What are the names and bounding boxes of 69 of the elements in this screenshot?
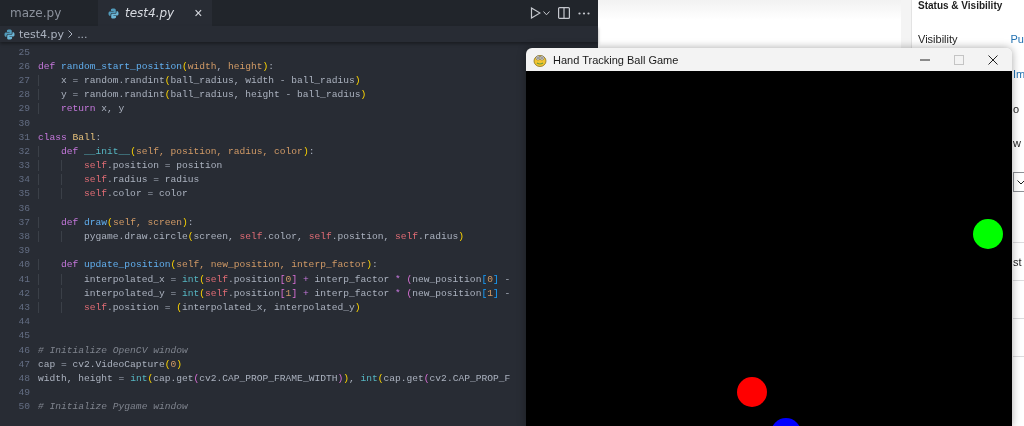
- maximize-icon: [954, 54, 964, 65]
- window-title: Hand Tracking Ball Game: [553, 53, 679, 66]
- editor-tab[interactable]: test4.py ×: [98, 0, 213, 26]
- line-number: 50: [17, 401, 30, 413]
- code-line: def update_position(self, new_position, interp_factor):: [30, 259, 378, 271]
- line-number: 40: [17, 259, 30, 271]
- line-number: 47: [17, 358, 30, 370]
- visibility-link[interactable]: Pu: [1010, 33, 1024, 45]
- line-number: 38: [17, 231, 30, 243]
- split-editor-icon[interactable]: [558, 7, 570, 19]
- python-file-icon: [4, 28, 15, 40]
- code-line: x = random.randint(ball_radius, width - ball_radius): [30, 74, 361, 86]
- close-icon: [988, 54, 998, 65]
- run-icon[interactable]: [530, 7, 541, 19]
- section-heading: Status & Visibility: [917, 0, 1004, 11]
- line-number: 46: [17, 344, 30, 356]
- snake-logo-icon: [533, 52, 547, 67]
- more-icon[interactable]: [578, 11, 590, 15]
- code-line: # Initialize OpenCV window: [37, 344, 188, 356]
- close-tab-button[interactable]: ×: [180, 5, 203, 21]
- code-line: self.color = color: [30, 188, 188, 200]
- settings-link[interactable]: Im: [1013, 68, 1024, 80]
- line-number: 43: [17, 301, 30, 313]
- line-number: 49: [17, 387, 30, 399]
- line-number: 48: [17, 372, 30, 384]
- dropdown-field[interactable]: [1013, 172, 1024, 192]
- line-number: 27: [17, 74, 30, 86]
- line-number: 31: [17, 131, 30, 143]
- line-number: 35: [17, 188, 30, 200]
- line-number: 26: [17, 60, 30, 72]
- line-number: 36: [17, 202, 30, 214]
- option-text: o: [1013, 103, 1020, 115]
- line-number: 33: [17, 160, 30, 172]
- python-file-icon: [108, 7, 119, 19]
- line-number: 25: [17, 46, 30, 58]
- chevron-down-icon[interactable]: [543, 10, 550, 16]
- line-number: 29: [17, 103, 30, 115]
- code-line: interpolated_x = int(self.position[0] + interp_factor * (new_position[0] -: [30, 273, 511, 285]
- line-number: 39: [17, 245, 30, 257]
- line-number: 42: [17, 287, 30, 299]
- line-number: 30: [17, 117, 30, 129]
- code-line: self.position = (interpolated_x, interpolated_y): [30, 301, 361, 313]
- code-line: self.position = position: [30, 160, 223, 172]
- code-line: # Initialize Pygame window: [37, 401, 188, 413]
- code-line: class Ball:: [37, 131, 102, 143]
- code-line: cap = cv2.VideoCapture(0): [37, 358, 182, 370]
- option-text: w: [1013, 137, 1021, 149]
- breadcrumb-file[interactable]: test4.py: [19, 27, 65, 41]
- line-number: 41: [17, 273, 30, 285]
- code-line: def __init__(self, position, radius, color):: [30, 145, 315, 157]
- line-number: 34: [17, 174, 30, 186]
- line-number: 32: [17, 145, 30, 157]
- option-text: st: [1013, 255, 1022, 268]
- line-number: 28: [17, 89, 30, 101]
- line-number: 44: [17, 316, 30, 328]
- breadcrumb-more[interactable]: ...: [77, 27, 88, 41]
- chevron-right-icon: [68, 30, 74, 38]
- code-line: y = random.randint(ball_radius, height - ball_radius): [30, 89, 367, 101]
- code-line: interpolated_y = int(self.position[1] + interp_factor * (new_position[1] -: [30, 287, 511, 299]
- code-line: return x, y: [30, 103, 125, 115]
- code-line: self.radius = radius: [30, 174, 200, 186]
- code-line: width, height = int(cap.get(cv2.CAP_PROP_FRAME_WIDTH)), int(cap.get(cv2.CAP_PROP_F: [37, 372, 511, 384]
- code-line: def draw(self, screen):: [30, 216, 194, 228]
- chevron-down-icon: [1016, 179, 1024, 185]
- code-line: pygame.draw.circle(screen, self.color, self.position, self.radius): [30, 231, 465, 243]
- line-number: 37: [17, 216, 30, 228]
- code-line: def random_start_position(width, height):: [37, 60, 275, 72]
- line-number: 45: [17, 330, 30, 342]
- visibility-label: Visibility: [917, 33, 959, 45]
